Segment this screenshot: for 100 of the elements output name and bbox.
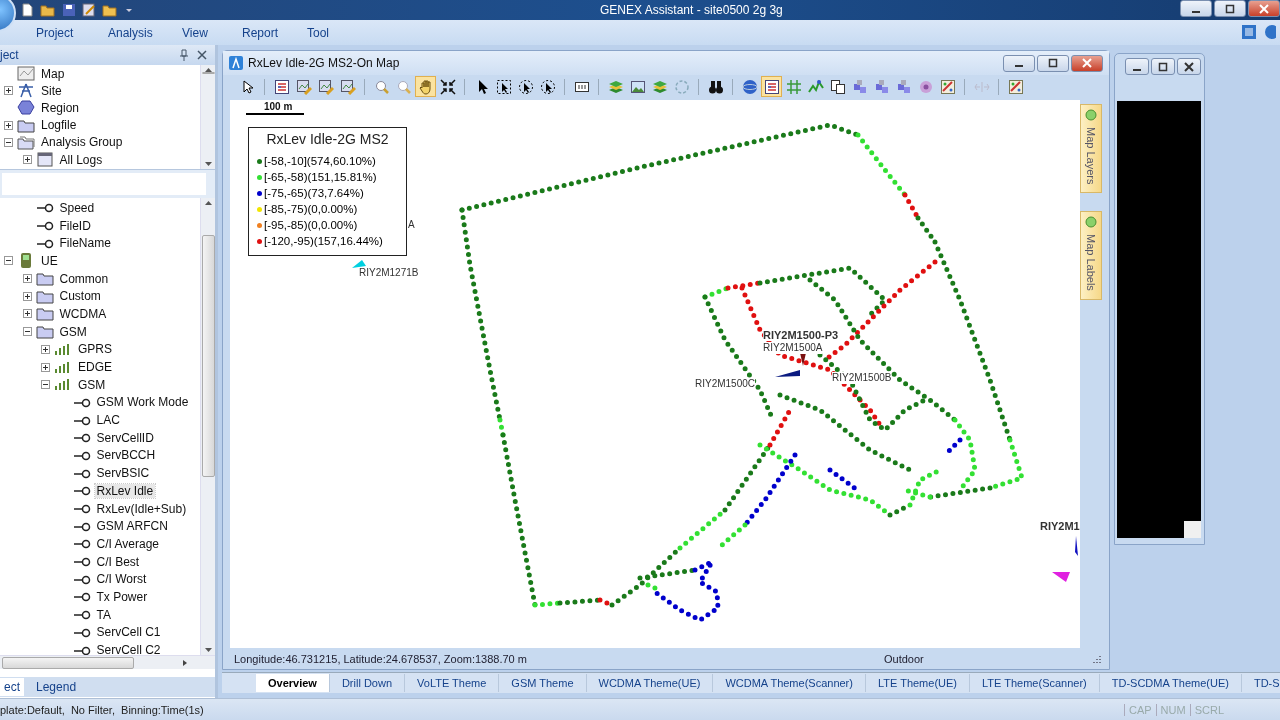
minimize-button[interactable] (1003, 54, 1035, 72)
expand-icon[interactable] (22, 291, 32, 301)
tree-item[interactable]: ServCell C2 (94, 643, 163, 655)
horizontal-scrollbar[interactable] (0, 655, 215, 669)
tree-item[interactable]: WCDMA (57, 306, 109, 321)
theme-tab[interactable]: LTE Theme(UE) (865, 674, 970, 692)
collapse-icon[interactable] (22, 327, 32, 337)
vertical-scrollbar[interactable] (200, 65, 215, 169)
restore-icon (1225, 3, 1235, 14)
tree-item[interactable]: Site (39, 83, 64, 98)
tree-item[interactable]: GSM ARFCN (94, 519, 170, 534)
tree-item[interactable]: RxLev Idle (94, 483, 156, 498)
maximize-button[interactable] (1214, 0, 1246, 17)
tree-item[interactable]: EDGE (76, 360, 114, 375)
scroll-up-icon[interactable] (204, 68, 212, 72)
tree-item[interactable]: ServBCCH (94, 448, 158, 463)
expand-icon[interactable] (22, 309, 32, 319)
theme-tab[interactable]: GSM Theme (499, 674, 587, 692)
maximize-button[interactable] (1151, 58, 1175, 75)
expand-icon[interactable] (41, 362, 50, 372)
theme-tab[interactable]: VoLTE Theme (405, 674, 500, 692)
theme-tab[interactable]: Overview (256, 674, 330, 692)
tree-item[interactable]: ServBSIC (94, 466, 152, 481)
tree-item[interactable]: Speed (57, 200, 97, 215)
expand-icon[interactable] (22, 274, 32, 284)
menu-item[interactable]: Analysis (108, 26, 153, 40)
close-icon[interactable] (197, 50, 207, 60)
collapse-icon[interactable] (4, 256, 13, 266)
menu-item[interactable]: Project (36, 26, 74, 40)
hexagon-icon (17, 100, 35, 116)
scroll-down-icon[interactable] (204, 162, 212, 166)
scroll-right-icon[interactable] (183, 659, 187, 666)
hand-tool-button[interactable] (415, 76, 436, 97)
panel-tab[interactable]: ect (0, 678, 24, 696)
minimize-icon (1015, 65, 1023, 67)
expand-icon[interactable] (4, 86, 13, 96)
close-button[interactable] (1071, 54, 1103, 72)
theme-tab[interactable]: WCDMA Theme(Scanner) (713, 674, 866, 692)
menu-item[interactable]: Report (242, 26, 279, 40)
theme-tab[interactable]: Drill Down (329, 674, 406, 692)
maximize-button[interactable] (1037, 54, 1069, 72)
fit-tool-button[interactable] (437, 76, 458, 97)
close-button[interactable] (1177, 58, 1201, 75)
theme-tab[interactable]: WCDMA Theme(UE) (586, 674, 714, 692)
edit-document-icon[interactable] (82, 3, 96, 17)
minimize-button[interactable] (1125, 58, 1149, 75)
scroll-up-icon[interactable] (204, 201, 212, 205)
palette-icon (1007, 78, 1024, 95)
legend-tool-button[interactable] (761, 76, 782, 97)
tree-item[interactable]: Analysis Group (39, 135, 125, 150)
tree-item[interactable]: Logfile (39, 118, 79, 133)
tree-item[interactable]: Map (39, 66, 67, 81)
tree-item[interactable]: ServCellID (94, 430, 156, 445)
tree-item[interactable]: LAC (94, 413, 122, 428)
theme-tab[interactable]: TD-SCDMA Theme(UE) (1099, 674, 1242, 692)
tree-item[interactable]: GSM Work Mode (94, 395, 191, 410)
tree-item[interactable]: TA (94, 607, 113, 622)
collapse-icon[interactable] (4, 137, 13, 147)
tree-item[interactable]: ServCell C1 (94, 625, 163, 640)
panel-tab[interactable]: Legend (32, 678, 81, 696)
side-tab[interactable]: Map Labels (1080, 211, 1102, 301)
site-label: RIY2M1500A (763, 342, 823, 354)
filter-field[interactable] (2, 173, 206, 195)
scroll-down-icon[interactable] (204, 648, 212, 652)
expand-icon[interactable] (22, 155, 32, 165)
palette-icon (939, 78, 956, 95)
tree-item[interactable]: FileID (57, 218, 93, 233)
tree-item[interactable]: RxLev(Idle+Sub) (94, 501, 189, 516)
menu-item[interactable]: Tool (307, 26, 329, 40)
open-folder-icon[interactable] (40, 3, 56, 17)
cubes-icon (851, 78, 868, 95)
tree-item[interactable]: C/I Best (94, 554, 142, 569)
theme-tab[interactable]: LTE Theme(Scanner) (970, 674, 1100, 692)
new-file-icon[interactable] (20, 3, 34, 17)
side-tab[interactable]: Map Layers (1080, 104, 1102, 194)
expand-icon[interactable] (41, 344, 50, 354)
minimize-button[interactable] (1180, 0, 1212, 17)
tree-item[interactable]: Common (57, 271, 111, 286)
tree-item[interactable]: GPRS (76, 342, 114, 357)
tree-item[interactable]: C/I Average (94, 536, 161, 551)
tree-item[interactable]: Custom (57, 289, 103, 304)
resize-grip-icon[interactable] (1092, 654, 1102, 664)
pin-icon[interactable] (179, 49, 189, 61)
close-button[interactable] (1248, 0, 1280, 17)
folder-icon[interactable] (102, 3, 118, 17)
tree-item[interactable]: UE (39, 253, 60, 268)
theme-tab[interactable]: TD-S (1241, 674, 1280, 692)
vertical-scrollbar[interactable] (200, 198, 215, 655)
tree-item[interactable]: GSM (76, 377, 108, 392)
tree-item[interactable]: Tx Power (94, 589, 150, 604)
tree-item[interactable]: Region (39, 100, 82, 115)
collapse-icon[interactable] (41, 380, 50, 390)
help-icon[interactable] (1264, 25, 1276, 39)
tree-item[interactable]: FileName (57, 236, 113, 251)
tree-item[interactable]: All Logs (57, 152, 105, 167)
save-icon[interactable] (62, 3, 76, 17)
tree-item[interactable]: C/I Worst (94, 572, 149, 587)
expand-icon[interactable] (4, 120, 13, 130)
tree-item[interactable]: GSM (57, 324, 89, 339)
menu-item[interactable]: View (182, 26, 208, 40)
